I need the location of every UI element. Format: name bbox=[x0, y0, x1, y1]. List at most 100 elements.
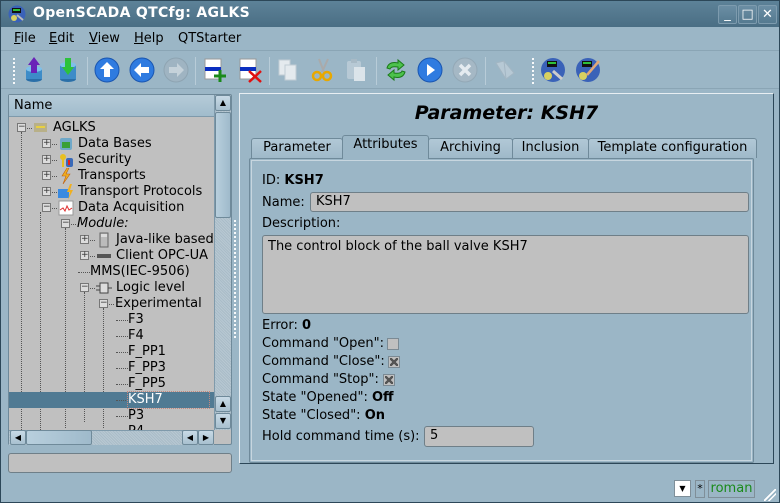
forward-button[interactable] bbox=[161, 55, 191, 85]
expand-icon[interactable]: + bbox=[42, 187, 51, 196]
tree-item[interactable]: F_PP1 bbox=[9, 344, 214, 360]
arrow-up-icon: ▲ bbox=[219, 399, 227, 408]
scroll-left-button[interactable]: ◀ bbox=[10, 430, 26, 445]
menu-view[interactable]: View bbox=[89, 31, 120, 46]
add-item-button[interactable] bbox=[200, 55, 230, 85]
menu-qtstarter[interactable]: QTStarter bbox=[178, 31, 241, 46]
panel-splitter[interactable] bbox=[233, 219, 237, 339]
up-button[interactable] bbox=[92, 55, 122, 85]
name-input[interactable]: KSH7 bbox=[310, 192, 749, 212]
tree-vertical-scrollbar[interactable]: ▲ ▲ ▼ bbox=[214, 95, 231, 430]
tree-item[interactable]: + Java-like based bbox=[9, 232, 214, 248]
collapse-icon[interactable]: − bbox=[42, 203, 51, 212]
current-user[interactable]: roman bbox=[708, 480, 755, 498]
stop-button[interactable] bbox=[450, 55, 480, 85]
toolbar-grip[interactable] bbox=[12, 57, 16, 85]
save-to-db-button[interactable] bbox=[53, 55, 83, 85]
collapse-icon[interactable]: − bbox=[99, 299, 108, 308]
cmd-open-checkbox[interactable] bbox=[387, 338, 399, 350]
tree-item[interactable]: + Client OPC-UA bbox=[9, 248, 214, 264]
tree-item[interactable]: F4 bbox=[9, 328, 214, 344]
tab-inclusion[interactable]: Inclusion bbox=[512, 138, 589, 158]
scroll-up-button[interactable]: ▲ bbox=[215, 95, 231, 111]
qtcfg-button[interactable] bbox=[538, 55, 568, 85]
tree-body: − AGLKS + Data Bases + Security + Transports + Tr… bbox=[9, 117, 214, 430]
tree-item[interactable]: − Experimental bbox=[9, 296, 214, 312]
page-title: Parameter: KSH7 bbox=[414, 102, 599, 124]
manual-button[interactable] bbox=[490, 55, 520, 85]
delete-item-button[interactable] bbox=[235, 55, 265, 85]
description-textarea[interactable]: The control block of the ball valve KSH7 bbox=[262, 235, 749, 314]
toolbar-grip[interactable] bbox=[531, 57, 535, 85]
tree-item[interactable]: F_PP5 bbox=[9, 376, 214, 392]
tree-item[interactable]: + Transports bbox=[9, 167, 214, 185]
tree-item[interactable]: − Data Acquisition bbox=[9, 200, 214, 216]
expand-icon[interactable]: + bbox=[42, 171, 51, 180]
menu-edit[interactable]: Edit bbox=[49, 31, 74, 46]
menu-help[interactable]: Help bbox=[134, 31, 164, 46]
start-button[interactable] bbox=[415, 55, 445, 85]
expand-icon[interactable]: + bbox=[42, 139, 51, 148]
tree-item[interactable]: + Data Bases bbox=[9, 136, 214, 152]
tree-item-label: F_PP3 bbox=[128, 360, 166, 375]
stop-icon bbox=[452, 57, 478, 83]
tab-parameter[interactable]: Parameter bbox=[251, 138, 343, 158]
tree-item[interactable]: − AGLKS bbox=[9, 120, 214, 136]
expand-icon[interactable]: + bbox=[80, 235, 89, 244]
scroll-down-button[interactable]: ▼ bbox=[215, 413, 231, 429]
copy-button[interactable] bbox=[273, 55, 303, 85]
tree-horizontal-scrollbar[interactable]: ◀ ◀ ▶ bbox=[9, 430, 214, 445]
minimize-button[interactable]: _ bbox=[718, 5, 737, 24]
scroll-right-button[interactable]: ▶ bbox=[198, 430, 214, 445]
collapse-icon[interactable]: − bbox=[61, 219, 70, 228]
tree-item[interactable]: + Transport Protocols bbox=[9, 184, 214, 200]
scroll-thumb[interactable] bbox=[215, 112, 231, 218]
close-button[interactable]: ✕ bbox=[758, 5, 777, 24]
cmd-close-checkbox[interactable] bbox=[388, 356, 400, 368]
tree-connector-line bbox=[109, 304, 114, 305]
tree-item-label: Data Acquisition bbox=[78, 200, 185, 215]
tree-item[interactable]: MMS(IEC-9506) bbox=[9, 264, 214, 280]
tree-item-label: F4 bbox=[128, 328, 144, 343]
collapse-icon[interactable]: − bbox=[17, 123, 26, 132]
tree-item[interactable]: + Security bbox=[9, 152, 214, 168]
state-opened-row: State "Opened": Off bbox=[262, 390, 394, 405]
tab-attributes[interactable]: Attributes bbox=[342, 135, 429, 159]
tree-connector-line bbox=[116, 384, 128, 385]
scroll-up-button-bottom[interactable]: ▲ bbox=[215, 396, 231, 412]
error-row: Error: 0 bbox=[262, 318, 311, 333]
name-label: Name: bbox=[262, 195, 305, 210]
tree-item[interactable]: − Module: bbox=[9, 216, 214, 232]
tab-template-configuration[interactable]: Template configuration bbox=[588, 138, 757, 158]
tab-label: Parameter bbox=[263, 140, 331, 155]
tree-column-header[interactable]: Name bbox=[9, 95, 214, 117]
content-panel: Parameter: KSH7 Parameter Attributes Arc… bbox=[239, 93, 774, 464]
refresh-button[interactable] bbox=[381, 55, 411, 85]
paste-button[interactable] bbox=[342, 55, 372, 85]
id-row: ID: KSH7 bbox=[262, 173, 324, 188]
cmd-stop-checkbox[interactable] bbox=[383, 374, 395, 386]
scroll-left-button-right[interactable]: ◀ bbox=[182, 430, 198, 445]
status-dropdown-button[interactable]: ▼ bbox=[674, 480, 691, 497]
cut-button[interactable] bbox=[307, 55, 337, 85]
hold-time-input[interactable]: 5 bbox=[424, 426, 534, 447]
menu-file[interactable]: File bbox=[14, 31, 36, 46]
tree-item[interactable]: P3 bbox=[9, 408, 214, 424]
uivision-button[interactable] bbox=[573, 55, 603, 85]
collapse-icon[interactable]: − bbox=[80, 283, 89, 292]
load-from-db-button[interactable] bbox=[19, 55, 49, 85]
back-button[interactable] bbox=[127, 55, 157, 85]
tree-item[interactable]: − Logic level bbox=[9, 280, 214, 296]
tree-item[interactable]: KSH7 bbox=[9, 391, 214, 409]
expand-icon[interactable]: + bbox=[42, 155, 51, 164]
tab-archiving[interactable]: Archiving bbox=[428, 138, 513, 158]
title-bar: OpenSCADA QTCfg: AGLKS _ □ ✕ bbox=[1, 1, 779, 27]
maximize-button[interactable]: □ bbox=[738, 5, 757, 24]
tree-item[interactable]: F3 bbox=[9, 312, 214, 328]
expand-icon[interactable]: + bbox=[80, 251, 89, 260]
navigation-tree[interactable]: Name − AGLKS + Data Bases + Security + Transpor… bbox=[8, 94, 232, 445]
tree-item[interactable]: F_PP3 bbox=[9, 360, 214, 376]
resize-grip-icon[interactable] bbox=[764, 489, 776, 501]
menu-label: iew bbox=[97, 31, 120, 46]
scroll-thumb-horizontal[interactable] bbox=[26, 430, 92, 445]
